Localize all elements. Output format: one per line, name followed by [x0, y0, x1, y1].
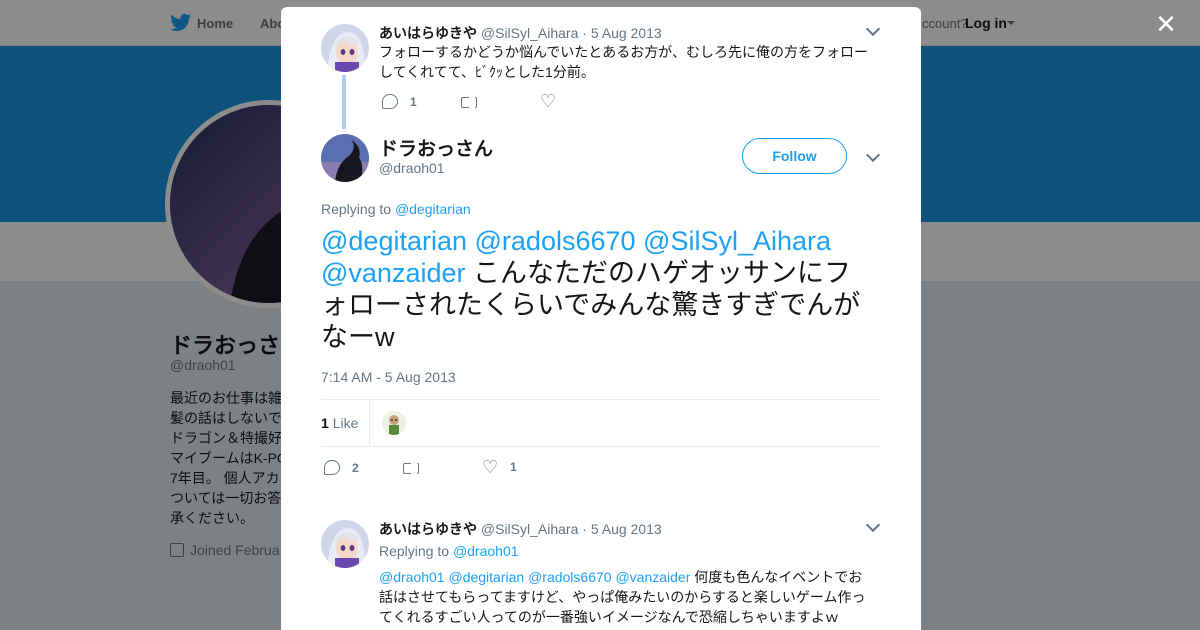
mention-link[interactable]: @radols6670 — [528, 569, 612, 585]
mention-link[interactable]: @vanzaider — [321, 258, 465, 288]
likes-count: 1 — [321, 415, 329, 431]
tweet-header: あいはらゆきや @SilSyl_Aihara · 5 Aug 2013 — [379, 23, 662, 43]
dragon-avatar-image — [321, 134, 369, 182]
tweet-author-handle[interactable]: @draoh01 — [379, 160, 445, 176]
tweet-author-name[interactable]: ドラおっさん — [379, 134, 493, 161]
anime-avatar-image — [321, 24, 369, 72]
chevron-down-icon[interactable] — [865, 21, 881, 37]
mention-link[interactable]: @vanzaider — [615, 569, 690, 585]
heart-icon: ♡ — [482, 457, 499, 477]
tweet-timestamp[interactable]: 7:14 AM - 5 Aug 2013 — [321, 369, 456, 385]
tweet-author-name[interactable]: あいはらゆきや — [379, 25, 477, 41]
mention-link[interactable]: @draoh01 — [379, 569, 445, 585]
mention-link[interactable]: @degitarian — [321, 226, 467, 256]
retweet-action[interactable] — [402, 461, 420, 475]
follow-button[interactable]: Follow — [742, 138, 847, 174]
heart-icon: ♡ — [540, 91, 557, 111]
chevron-down-icon[interactable] — [865, 517, 881, 533]
close-icon[interactable]: ✕ — [1154, 11, 1178, 37]
avatar[interactable] — [321, 520, 369, 568]
avatar[interactable] — [321, 134, 369, 182]
mention-link[interactable]: @degitarian — [448, 569, 524, 585]
mention-link[interactable]: @SilSyl_Aihara — [643, 226, 831, 256]
retweet-action[interactable] — [460, 95, 478, 109]
reply-icon — [324, 460, 340, 475]
tweet-date[interactable]: 5 Aug 2013 — [591, 521, 662, 537]
reply-count: 1 — [410, 94, 417, 109]
liker-avatar-image — [382, 411, 406, 435]
replying-prefix: Replying to — [379, 543, 450, 559]
thread-connector — [342, 75, 346, 129]
tweet-author-handle[interactable]: @SilSyl_Aihara — [481, 25, 578, 41]
tweet-text: @draoh01 @degitarian @radols6670 @vanzai… — [379, 567, 875, 627]
tweet-date[interactable]: 5 Aug 2013 — [591, 25, 662, 41]
like-action[interactable]: ♡ — [540, 91, 558, 111]
tweet-thread-modal: あいはらゆきや @SilSyl_Aihara · 5 Aug 2013 フォロー… — [281, 7, 921, 630]
avatar[interactable] — [321, 24, 369, 72]
reply-action[interactable]: 2 — [324, 460, 359, 475]
retweet-icon — [402, 461, 420, 475]
tweet-header: あいはらゆきや @SilSyl_Aihara · 5 Aug 2013 — [379, 519, 662, 539]
anime-avatar-image — [321, 520, 369, 568]
reply-icon — [382, 94, 398, 109]
tweet-text: @degitarian @radols6670 @SilSyl_Aihara @… — [321, 225, 877, 353]
dot-separator: · — [582, 521, 587, 537]
reply-action[interactable]: 1 — [382, 94, 417, 109]
tweet-stats: 1 Like — [321, 399, 881, 447]
dot-separator: · — [582, 25, 587, 41]
chevron-down-icon[interactable] — [865, 147, 881, 163]
replying-to-link[interactable]: @degitarian — [395, 201, 471, 217]
like-count: 1 — [510, 460, 517, 474]
likes-stat[interactable]: 1 Like — [321, 415, 358, 431]
stats-divider — [369, 400, 370, 446]
tweet-text: フォローするかどうか悩んでいたとあるお方が、むしろ先に俺の方をフォローしてくれて… — [379, 44, 869, 80]
replying-to: Replying to @degitarian — [321, 201, 471, 217]
tweet-author-name[interactable]: あいはらゆきや — [379, 521, 477, 537]
replying-to-link[interactable]: @draoh01 — [453, 543, 519, 559]
retweet-icon — [460, 95, 478, 109]
liker-avatar[interactable] — [382, 411, 406, 435]
tweet-author-handle[interactable]: @SilSyl_Aihara — [481, 521, 578, 537]
replying-prefix: Replying to — [321, 201, 392, 217]
replying-to: Replying to @draoh01 — [379, 543, 519, 559]
reply-count: 2 — [352, 460, 359, 475]
likes-label: Like — [332, 415, 359, 431]
mention-link[interactable]: @radols6670 — [475, 226, 636, 256]
like-action[interactable]: ♡ 1 — [482, 457, 517, 477]
